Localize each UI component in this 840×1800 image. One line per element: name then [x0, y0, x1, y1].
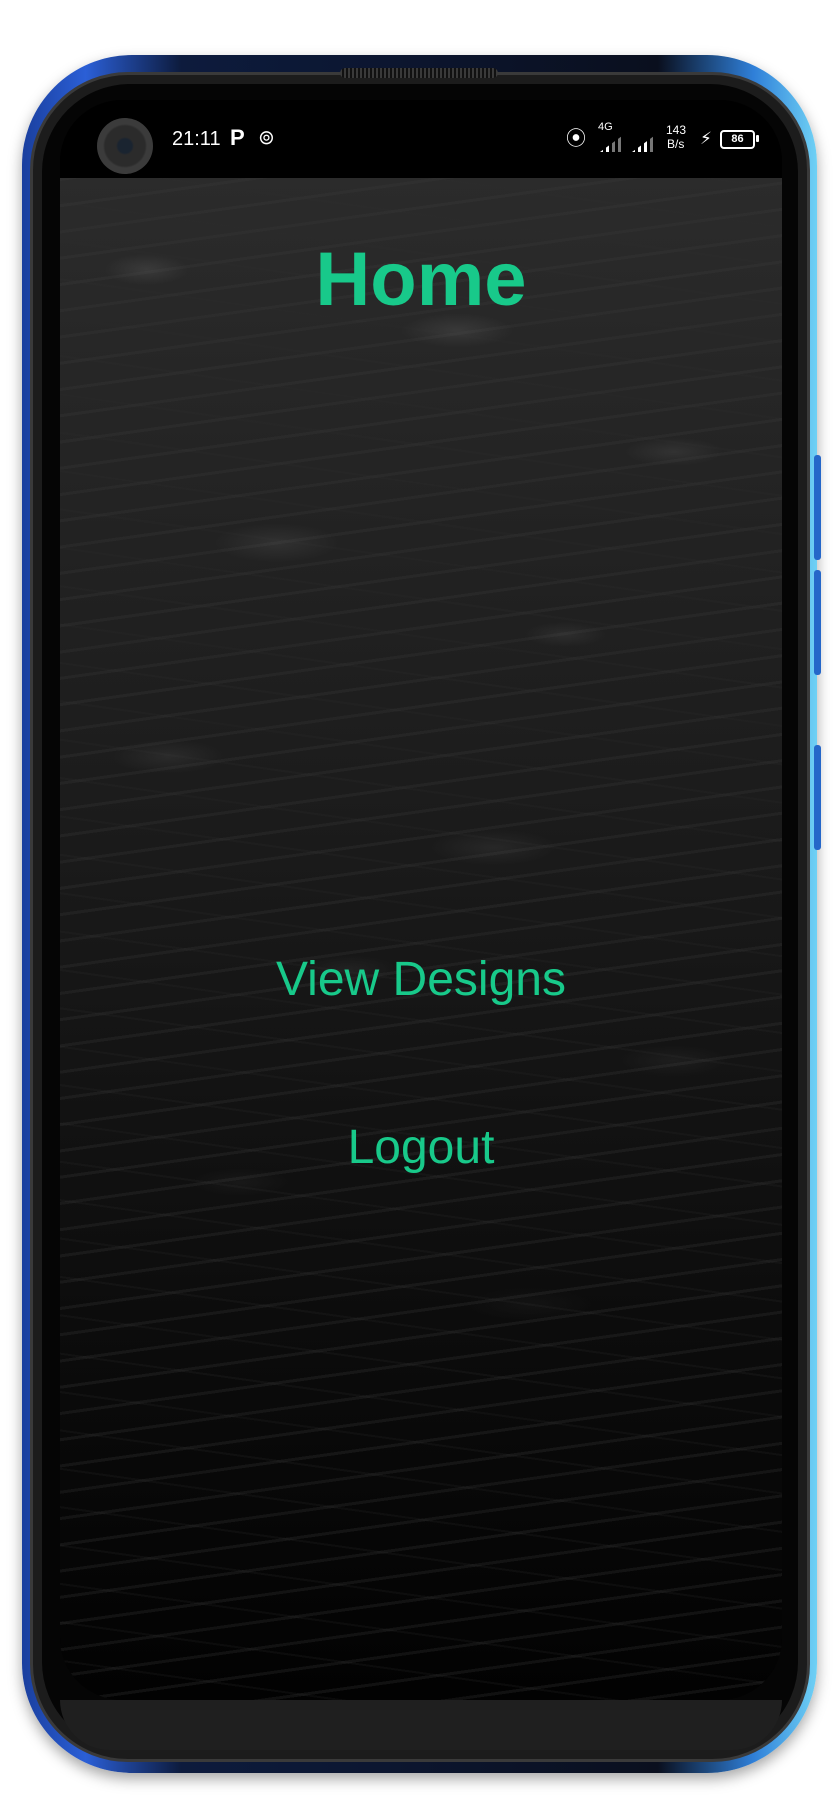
view-designs-button[interactable]: View Designs — [60, 952, 782, 1008]
side-button-middle — [814, 570, 821, 675]
location-notification-icon: ⊚ — [258, 127, 275, 149]
signal-strength-icon-1 — [600, 136, 622, 152]
signal-strength-icon-2 — [632, 136, 654, 152]
charging-icon: ⚡ — [700, 129, 712, 148]
hotspot-icon: ⦿ — [566, 128, 586, 150]
logout-button[interactable]: Logout — [60, 1120, 782, 1176]
net-speed-value: 143 — [666, 123, 687, 137]
screen: 21:11 P ⊚ ⦿ 4G 143 B/s ⚡ 86 Home View De… — [60, 100, 782, 1700]
network-type-label: 4G — [598, 121, 613, 133]
app-notification-icon: P — [230, 125, 245, 150]
side-button-power — [814, 745, 821, 850]
page-title: Home — [315, 237, 527, 322]
speaker-grill — [340, 68, 498, 78]
navigation-bar-area — [60, 1700, 782, 1750]
dark-water-background — [60, 178, 782, 1700]
side-button-top — [814, 455, 821, 560]
front-camera — [97, 118, 153, 174]
net-speed-unit: B/s — [667, 137, 685, 151]
battery-indicator: 86 — [720, 130, 755, 149]
status-bar: 21:11 P ⊚ ⦿ 4G 143 B/s ⚡ 86 — [60, 100, 782, 178]
status-time: 21:11 — [172, 128, 221, 150]
battery-tip — [756, 135, 759, 142]
